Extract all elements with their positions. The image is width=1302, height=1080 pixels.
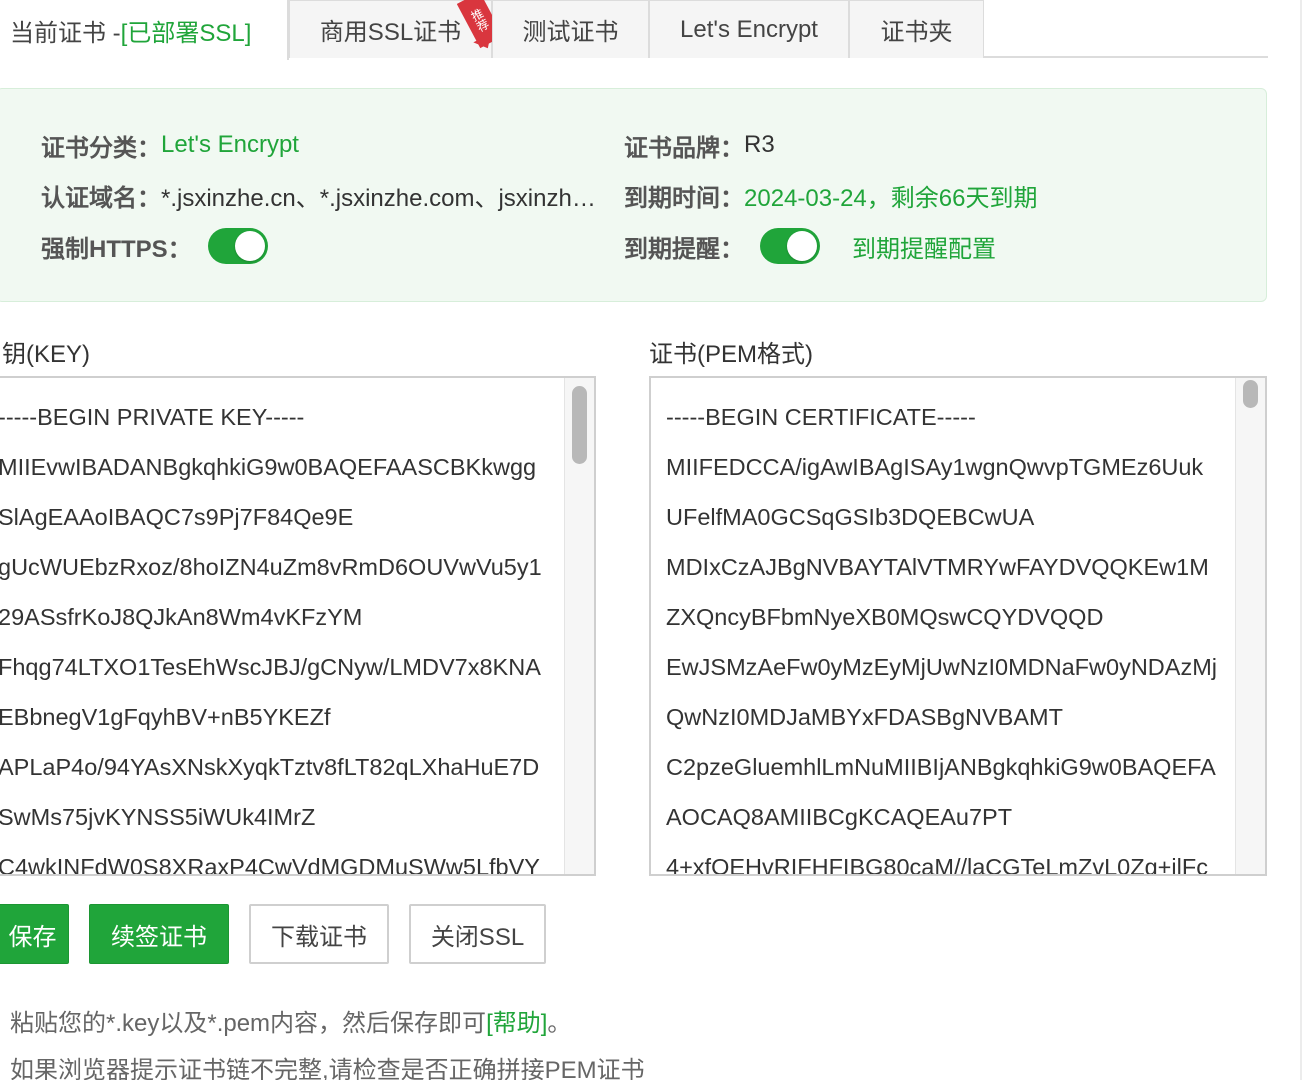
tab-commercial-ssl-label: 商用SSL证书 — [319, 19, 462, 46]
renew-certificate-button[interactable]: 续签证书 — [89, 904, 229, 964]
cert-scrollbar[interactable] — [1235, 378, 1265, 874]
code-line: gUcWUEbzRxoz/8hoIZN4uZm8vRmD6OUVwVu5y1 — [0, 554, 542, 580]
brand-label: 证书品牌： — [624, 134, 744, 162]
cert-editor-label: 证书(PEM格式) — [649, 341, 813, 368]
code-line: C4wkINFdW0S8XRaxP4CwVdMGDMuSWw5LfbVY — [0, 854, 540, 876]
code-line: MIIEvwIBADANBgkqhkiG9w0BAQEFAASCBKkwgg — [0, 454, 537, 480]
certificate-info-panel: 证书分类： Let's Encrypt 证书品牌： R3 认证域名： *.jsx… — [0, 88, 1267, 302]
private-key-textarea[interactable]: -----BEGIN PRIVATE KEY----- MIIEvwIBADAN… — [0, 376, 596, 876]
code-line: UFelfMA0GCSqGSIb3DQEBCwUA — [666, 504, 1035, 530]
code-line: MIIFEDCCA/igAwIBAgISAy1wgnQwvpTGMEz6Uuk — [666, 454, 1204, 480]
expiry-row: 到期时间： 2024-03-24，剩余66天到期 — [624, 179, 1038, 212]
expiry-value: 2024-03-24，剩余66天到期 — [744, 184, 1038, 212]
code-line: AOCAQ8AMIIBCgKCAQEAu7PT — [666, 804, 1013, 830]
code-line: QwNzI0MDJaMBYxFDASBgNVBAMT — [666, 704, 1063, 730]
help-text-line1: 粘贴您的*.key以及*.pem内容，然后保存即可[帮助]。 — [10, 1003, 571, 1038]
tab-current-certificate[interactable]: 当前证书 - [已部署SSL] — [0, 0, 289, 60]
save-button[interactable]: 保存 — [0, 904, 69, 964]
help-link[interactable]: [帮助] — [486, 1010, 547, 1037]
reminder-config-link[interactable]: 到期提醒配置 — [852, 229, 996, 264]
close-ssl-button[interactable]: 关闭SSL — [409, 904, 546, 964]
brand-value: R3 — [744, 131, 775, 158]
code-line: MDIxCzAJBgNVBAYTAlVTMRYwFAYDVQQKEw1M — [666, 554, 1209, 580]
expiry-reminder-toggle[interactable] — [760, 228, 820, 264]
toggle-knob — [234, 231, 265, 261]
code-line: SlAgEAAoIBAQC7s9Pj7F84Qe9E — [0, 504, 354, 530]
code-line: C2pzeGluemhlLmNuMIIBIjANBgkqhkiG9w0BAQEF… — [666, 754, 1216, 780]
tab-certificate-folder-label: 证书夹 — [880, 19, 953, 46]
ssl-tab-bar: 当前证书 - [已部署SSL] 商用SSL证书 推荐 测试证书 Let's En… — [0, 0, 1268, 60]
domain-row: 认证域名： *.jsxinzhe.cn、*.jsxinzhe.com、jsxin… — [41, 179, 599, 212]
download-certificate-button[interactable]: 下载证书 — [249, 904, 389, 964]
ssl-deployed-status: [已部署SSL] — [120, 19, 252, 47]
code-line: Fhqg74LTXO1TesEhWscJBJ/gCNyw/LMDV7x8KNA — [0, 654, 541, 680]
reminder-row: 到期提醒： 到期提醒配置 — [624, 227, 996, 265]
key-scroll-thumb[interactable] — [572, 386, 587, 464]
expiry-label: 到期时间： — [624, 184, 744, 212]
brand-row: 证书品牌： R3 — [624, 129, 775, 162]
tab-test-certificate-label: 测试证书 — [522, 19, 619, 46]
recommend-ribbon: 推荐 — [457, 0, 497, 51]
reminder-label: 到期提醒： — [624, 235, 744, 263]
tab-commercial-ssl[interactable]: 商用SSL证书 推荐 — [289, 0, 497, 58]
help-text-end: 。 — [547, 1010, 572, 1037]
code-line: 29ASsfrKoJ8QJkAn8Wm4vKFzYM — [0, 604, 363, 630]
category-row: 证书分类： Let's Encrypt — [41, 129, 299, 162]
certificate-textarea[interactable]: -----BEGIN CERTIFICATE----- MIIFEDCCA/ig… — [649, 376, 1267, 876]
help-text-line2: 如果浏览器提示证书链不完整,请检查是否正确拼接PEM证书 — [10, 1057, 645, 1080]
code-line: -----BEGIN PRIVATE KEY----- — [0, 404, 305, 430]
tab-lets-encrypt[interactable]: Let's Encrypt — [649, 0, 849, 58]
code-line: -----BEGIN CERTIFICATE----- — [666, 404, 976, 430]
tab-certificate-folder[interactable]: 证书夹 — [849, 0, 984, 58]
tab-current-prefix: 当前证书 - — [10, 19, 121, 47]
tab-test-certificate[interactable]: 测试证书 — [492, 0, 649, 58]
key-scrollbar[interactable] — [564, 378, 594, 874]
force-https-toggle[interactable] — [207, 228, 268, 264]
code-line: 4+xfOEHvRIFHFIBG80caM//laCGTeLmZvL0Zg+jl… — [666, 854, 1208, 876]
code-line: ZXQncyBFbmNyeXB0MQswCQYDVQQD — [666, 604, 1104, 630]
code-line: EwJSMzAeFw0yMzEyMjUwNzI0MDNaFw0yNDAzMj — [666, 654, 1217, 680]
force-https-row: 强制HTTPS： — [41, 227, 268, 265]
help-text: 粘贴您的*.key以及*.pem内容，然后保存即可 — [10, 1010, 487, 1037]
domain-value: *.jsxinzhe.cn、*.jsxinzhe.com、jsxinzhe.cn… — [161, 184, 599, 212]
code-line: SwMs75jvKYNSS5iWUk4IMrZ — [0, 804, 316, 830]
cert-lines: -----BEGIN CERTIFICATE----- MIIFEDCCA/ig… — [666, 392, 1217, 876]
cert-scroll-thumb[interactable] — [1243, 380, 1258, 408]
code-line: EBbnegV1gFqyhBV+nB5YKEZf — [0, 704, 331, 730]
domain-label: 认证域名： — [41, 184, 161, 212]
force-https-label: 强制HTTPS： — [41, 235, 192, 263]
key-lines: -----BEGIN PRIVATE KEY----- MIIEvwIBADAN… — [0, 392, 542, 876]
category-value: Let's Encrypt — [161, 131, 299, 158]
key-editor-label: 钥(KEY) — [2, 341, 91, 368]
category-label: 证书分类： — [41, 134, 161, 162]
toggle-knob — [787, 231, 817, 261]
tab-lets-encrypt-label: Let's Encrypt — [680, 15, 818, 43]
code-line: APLaP4o/94YAsXNskXyqkTztv8fLT82qLXhaHuE7… — [0, 754, 540, 780]
